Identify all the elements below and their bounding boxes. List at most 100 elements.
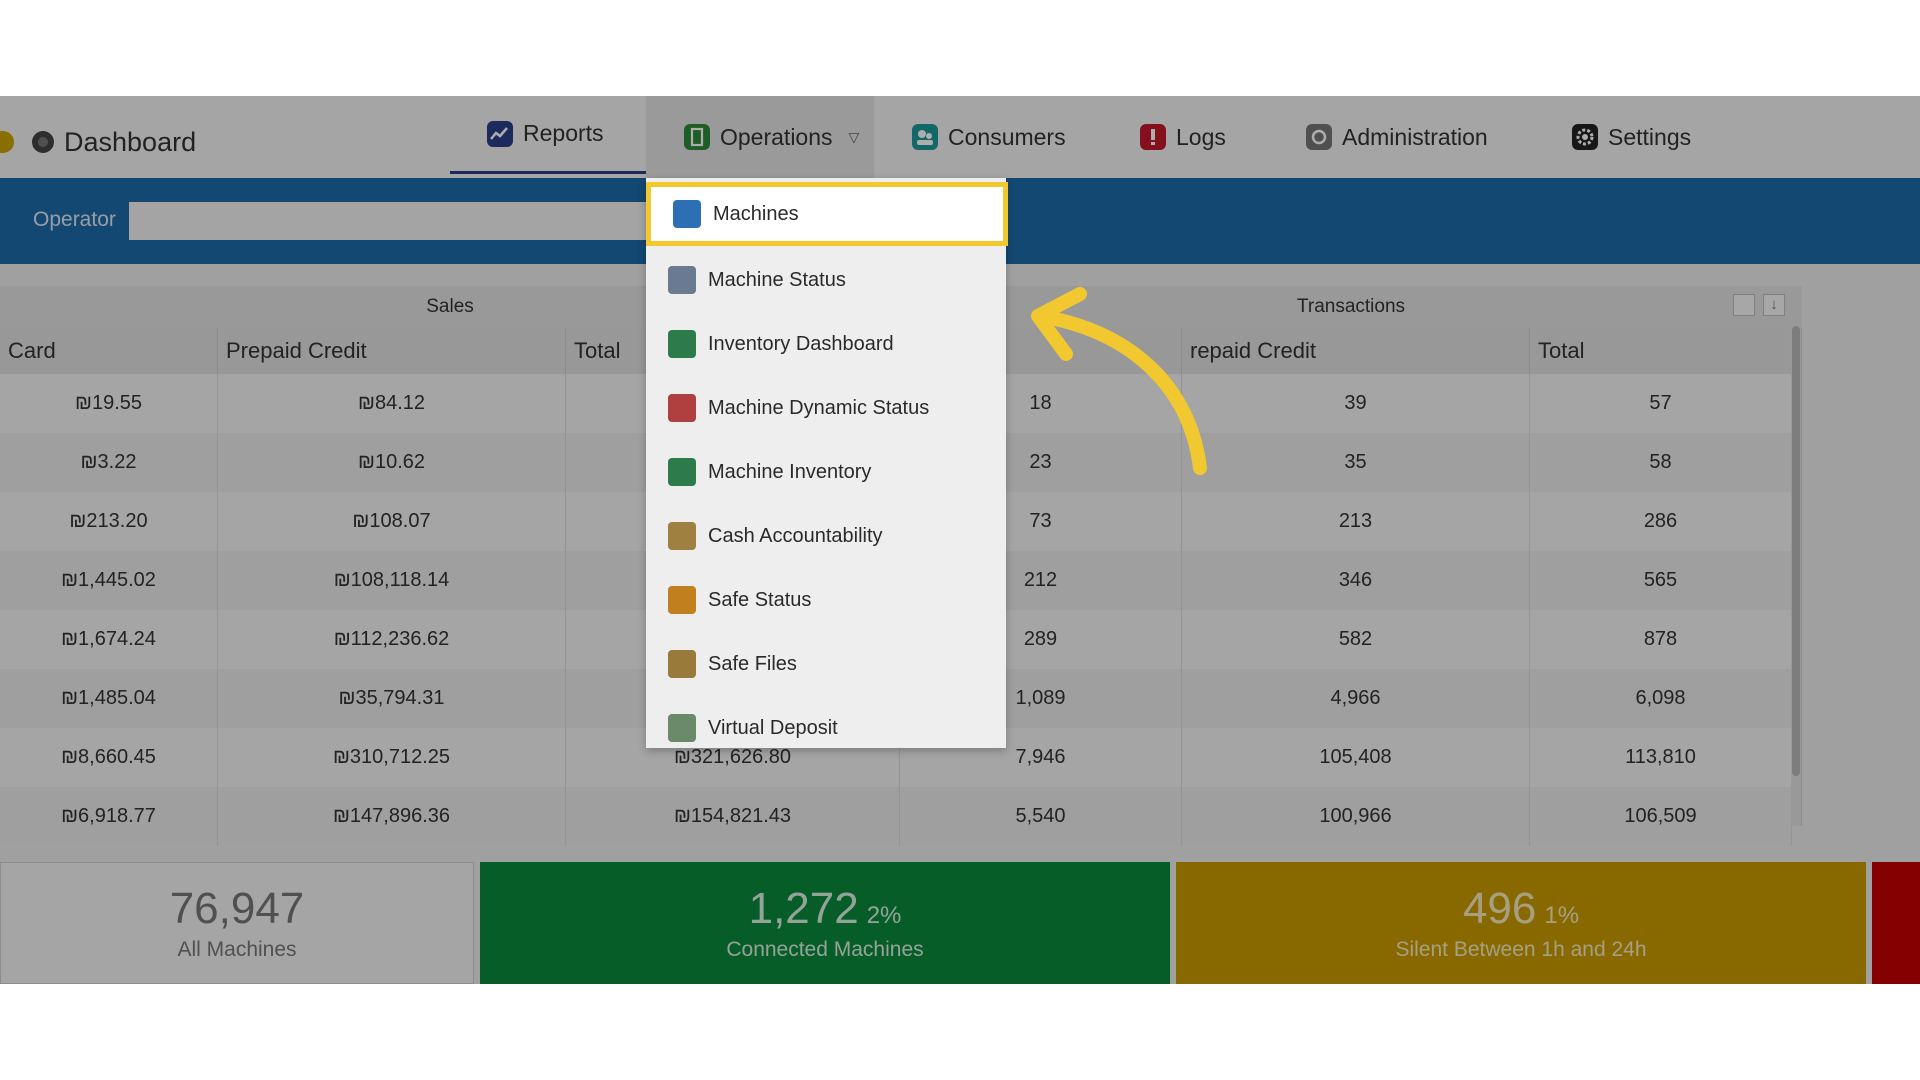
table-cell-s-prepaid: ₪112,236.62	[218, 610, 566, 669]
menu-item-machine-inventory[interactable]: Machine Inventory	[646, 442, 1006, 502]
inventory-dashboard-icon	[668, 330, 696, 358]
menu-item-cash-accountability[interactable]: Cash Accountability	[646, 506, 1006, 566]
table-cell-s-prepaid: ₪84.12	[218, 374, 566, 433]
stat-connected-line: 1,272 2%	[749, 884, 902, 934]
menu-item-label: Machines	[713, 202, 799, 225]
col-header-sales-prepaid[interactable]: Prepaid Credit	[218, 328, 566, 374]
stat-silent-line: 496 1%	[1463, 884, 1579, 934]
table-cell-t-prepaid: 105,408	[1182, 728, 1530, 787]
table-cell-s-prepaid: ₪35,794.31	[218, 669, 566, 728]
menu-item-label: Machine Inventory	[708, 460, 872, 483]
menu-item-label: Machine Status	[708, 268, 846, 291]
export-download-icon[interactable]: ↓	[1763, 294, 1785, 316]
table-cell-t-prepaid: 4,966	[1182, 669, 1530, 728]
table-cell-s-total: ₪154,821.43	[566, 787, 900, 846]
administration-icon	[1306, 124, 1332, 150]
table-cell-t-prepaid: 213	[1182, 492, 1530, 551]
stat-card-connected-machines[interactable]: 1,272 2% Connected Machines	[480, 862, 1170, 984]
stat-connected-label: Connected Machines	[726, 938, 924, 961]
operations-dropdown-menu: Machines Machine Status Inventory Dashboar…	[646, 178, 1008, 748]
table-cell-t-total: 106,509	[1530, 787, 1792, 846]
nav-reports-label: Reports	[523, 120, 604, 146]
menu-item-label: Virtual Deposit	[708, 716, 838, 739]
safe-status-icon	[668, 586, 696, 614]
menu-item-machines[interactable]: Machines	[646, 182, 1008, 246]
table-scrollbar[interactable]	[1791, 286, 1801, 826]
menu-item-label: Safe Files	[708, 652, 797, 675]
cash-accountability-icon	[668, 522, 696, 550]
machine-dynamic-status-icon	[668, 394, 696, 422]
chevron-down-icon: ▽	[848, 128, 860, 145]
machines-icon	[673, 200, 701, 228]
nav-operations[interactable]: Operations ▽	[646, 96, 874, 178]
table-row[interactable]: ₪6,918.77 ₪147,896.36 ₪154,821.43 5,540 100,…	[0, 787, 1792, 846]
menu-item-label: Safe Status	[708, 588, 812, 611]
logs-icon	[1140, 124, 1166, 150]
table-cell-t-prepaid: 582	[1182, 610, 1530, 669]
stat-card-alert[interactable]	[1872, 862, 1920, 984]
nav-consumers[interactable]: Consumers	[912, 96, 1066, 178]
scrollbar-thumb[interactable]	[1792, 326, 1800, 776]
settings-icon	[1572, 124, 1598, 150]
table-cell-s-card: ₪3.22	[0, 433, 218, 492]
machine-status-icon	[668, 266, 696, 294]
table-cell-s-card: ₪19.55	[0, 374, 218, 433]
nav-administration[interactable]: Administration	[1306, 96, 1488, 178]
top-navigation: Dashboard Reports Operations ▽ Consumers	[0, 96, 1920, 178]
column-chooser-icon[interactable]	[1733, 294, 1755, 316]
stat-silent-value: 496	[1462, 884, 1537, 933]
table-cell-s-prepaid: ₪10.62	[218, 433, 566, 492]
dashboard-link[interactable]: Dashboard	[0, 122, 196, 162]
menu-item-inventory-dashboard[interactable]: Inventory Dashboard	[646, 314, 1006, 374]
nav-settings-label: Settings	[1608, 123, 1692, 150]
group-header-transactions-label: Transactions	[1296, 296, 1406, 317]
table-cell-t-total: 565	[1530, 551, 1792, 610]
dashboard-icon	[32, 131, 54, 153]
stat-card-silent-machines[interactable]: 496 1% Silent Between 1h and 24h	[1176, 862, 1866, 984]
table-cell-s-card: ₪1,674.24	[0, 610, 218, 669]
stat-silent-pct: 1%	[1544, 902, 1580, 929]
nav-logs-label: Logs	[1176, 123, 1226, 150]
nav-reports[interactable]: Reports	[450, 96, 646, 174]
pointer-arrow-icon	[1031, 287, 1207, 475]
nav-logs[interactable]: Logs	[1140, 96, 1226, 178]
col-header-sales-card[interactable]: Card	[0, 328, 218, 374]
table-cell-t-card: 5,540	[900, 787, 1182, 846]
col-header-sales-total-label: Total	[574, 338, 621, 363]
table-cell-s-card: ₪213.20	[0, 492, 218, 551]
table-cell-s-prepaid: ₪310,712.25	[218, 728, 566, 787]
operator-label: Operator	[33, 208, 116, 231]
table-cell-s-card: ₪1,485.04	[0, 669, 218, 728]
table-cell-t-total: 878	[1530, 610, 1792, 669]
col-header-trans-total-label: Total	[1538, 338, 1585, 363]
menu-item-machine-dynamic-status[interactable]: Machine Dynamic Status	[646, 378, 1006, 438]
stat-connected-value: 1,272	[748, 884, 859, 933]
stat-all-label: All Machines	[177, 938, 297, 961]
consumers-icon	[912, 124, 938, 150]
nav-operations-label: Operations	[720, 123, 833, 150]
table-cell-s-card: ₪6,918.77	[0, 787, 218, 846]
table-cell-t-total: 286	[1530, 492, 1792, 551]
menu-item-safe-files[interactable]: Safe Files	[646, 634, 1006, 694]
menu-item-virtual-deposit[interactable]: Virtual Deposit	[646, 698, 1006, 758]
menu-item-machine-status[interactable]: Machine Status	[646, 250, 1006, 310]
stat-silent-label: Silent Between 1h and 24h	[1395, 938, 1647, 961]
virtual-deposit-icon	[668, 714, 696, 742]
table-cell-t-total: 57	[1530, 374, 1792, 433]
stat-all-value: 76,947	[169, 884, 305, 933]
col-header-sales-prepaid-label: Prepaid Credit	[226, 338, 367, 363]
table-cell-s-card: ₪8,660.45	[0, 728, 218, 787]
nav-settings[interactable]: Settings	[1572, 96, 1691, 178]
menu-item-safe-status[interactable]: Safe Status	[646, 570, 1006, 630]
table-cell-s-prepaid: ₪108,118.14	[218, 551, 566, 610]
table-cell-t-total: 113,810	[1530, 728, 1792, 787]
menu-item-label: Inventory Dashboard	[708, 332, 894, 355]
table-cell-s-card: ₪1,445.02	[0, 551, 218, 610]
col-header-trans-total[interactable]: Total	[1530, 328, 1792, 374]
safe-files-icon	[668, 650, 696, 678]
stat-card-all-machines[interactable]: 76,947 All Machines	[0, 862, 474, 984]
operator-input[interactable]	[129, 202, 689, 240]
col-header-sales-card-label: Card	[8, 338, 56, 363]
reports-icon	[487, 120, 513, 147]
machine-inventory-icon	[668, 458, 696, 486]
